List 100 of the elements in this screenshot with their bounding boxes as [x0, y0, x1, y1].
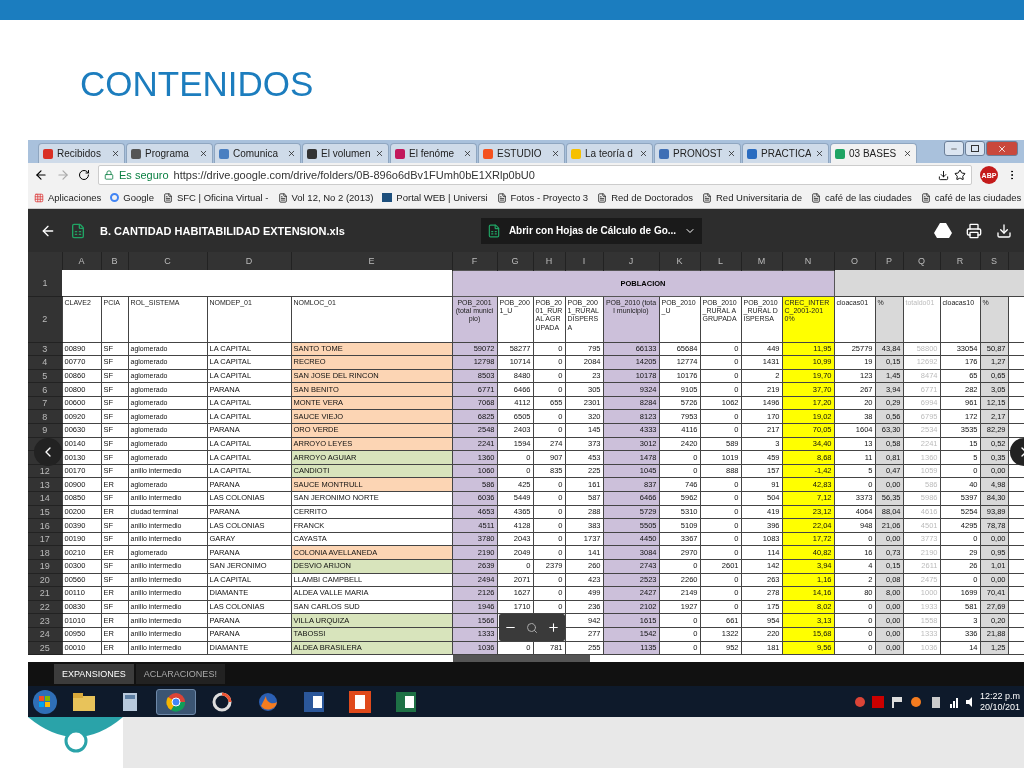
bookmark[interactable]: Red Universitaria de — [716, 192, 803, 203]
column-header[interactable]: Q — [903, 252, 940, 270]
column-header[interactable]: K — [659, 252, 700, 270]
page-icon[interactable] — [597, 192, 608, 203]
spreadsheet-icon — [70, 222, 86, 239]
bookmark[interactable]: Aplicaciones — [48, 192, 102, 203]
close-icon[interactable] — [375, 149, 384, 158]
bookmark[interactable]: Portal WEB | Universi — [396, 192, 488, 203]
page-icon[interactable] — [811, 192, 822, 203]
calculator-icon[interactable] — [123, 692, 137, 711]
browser-tab[interactable]: PRACTICA — [742, 143, 829, 163]
site-icon — [307, 148, 317, 159]
active-taskbar-button[interactable] — [156, 688, 196, 715]
close-icon[interactable] — [111, 149, 120, 158]
maximize-icon — [971, 145, 979, 152]
start-orb-icon[interactable] — [32, 688, 58, 715]
column-header[interactable]: S — [980, 252, 1008, 270]
close-icon[interactable] — [199, 149, 208, 158]
page-icon[interactable] — [920, 192, 931, 203]
clock-time[interactable]: 12:22 p.m — [979, 690, 1020, 702]
site-icon — [571, 148, 581, 159]
page-icon[interactable] — [277, 192, 288, 203]
column-header[interactable]: I — [565, 252, 603, 270]
address-field[interactable]: Es seguro https://drive.google.com/drive/folders/0B-896o6dBv1FUmh0bE1XRlp0bU0 — [98, 165, 972, 185]
browser-icon[interactable] — [166, 691, 186, 712]
zoom-icon[interactable] — [526, 621, 538, 634]
close-icon[interactable] — [463, 149, 472, 158]
site-icon — [835, 148, 845, 159]
tray-icons-drawing[interactable] — [853, 694, 974, 709]
column-header[interactable]: G — [497, 252, 533, 270]
folder-icon[interactable] — [73, 692, 95, 711]
bookmark[interactable]: Vol 12, No 2 (2013) — [291, 192, 374, 203]
browser-tab[interactable]: ESTUDIO — [478, 143, 565, 163]
sheet-tab[interactable]: EXPANSIONES — [54, 664, 134, 684]
page-icon[interactable] — [702, 192, 712, 203]
bookmark[interactable]: Red de Doctorados — [611, 192, 693, 203]
page-icon[interactable] — [163, 192, 173, 203]
print-icon[interactable] — [966, 222, 982, 239]
close-icon[interactable] — [639, 149, 648, 158]
slide-title: CONTENIDOS — [80, 64, 314, 104]
square-icon[interactable] — [382, 193, 393, 202]
browser-tab[interactable]: Comunica — [214, 143, 301, 163]
browser-tab[interactable]: 03 BASES — [830, 143, 917, 163]
column-header[interactable]: F — [452, 252, 497, 270]
bookmark[interactable]: café de las ciudades — [825, 192, 912, 203]
column-header[interactable]: E — [291, 252, 452, 270]
column-header[interactable]: P — [875, 252, 903, 270]
download-icon[interactable] — [996, 222, 1012, 239]
open-with-button[interactable]: Abrir con Hojas de Cálculo de Go... — [480, 217, 703, 244]
column-header[interactable]: M — [741, 252, 782, 270]
browser-tab[interactable]: La teoría d — [566, 143, 653, 163]
browser-tab[interactable]: Recibidos — [38, 143, 125, 163]
close-icon[interactable] — [551, 149, 560, 158]
scrollbar[interactable] — [453, 655, 590, 662]
bookmark[interactable]: SFC | Oficina Virtual - — [177, 192, 269, 203]
close-icon[interactable] — [815, 149, 824, 158]
file-name: B. CANTIDAD HABITABILIDAD EXTENSION.xls — [100, 224, 345, 237]
zoom-in-icon[interactable] — [547, 621, 561, 634]
column-header[interactable]: B — [101, 252, 128, 270]
column-header[interactable]: C — [128, 252, 207, 270]
close-icon[interactable] — [287, 149, 296, 158]
apps-grid-icon[interactable] — [34, 192, 44, 203]
browser-tab[interactable]: El volumen — [302, 143, 389, 163]
sheet-tab[interactable]: ACLARACIONES! — [135, 664, 225, 684]
close-icon[interactable] — [903, 149, 912, 158]
close-icon — [997, 143, 1007, 154]
site-icon — [659, 148, 669, 159]
bookmark[interactable]: café de las ciudades — [934, 192, 1022, 203]
bookmark[interactable]: Google — [123, 192, 154, 203]
column-header[interactable]: J — [603, 252, 659, 270]
bookmark[interactable]: Fotos - Proyecto 3 — [510, 192, 589, 203]
document-icon[interactable] — [304, 691, 324, 712]
site-icon — [747, 148, 757, 159]
column-header[interactable]: A — [62, 252, 101, 270]
close-icon[interactable] — [727, 149, 736, 158]
site-icon — [219, 148, 229, 159]
download-icon[interactable] — [938, 169, 949, 181]
spreadsheet-icon[interactable] — [396, 691, 416, 712]
maximize-button[interactable] — [965, 141, 985, 156]
browser-tab[interactable]: Programa — [126, 143, 213, 163]
reload-icon[interactable] — [78, 169, 90, 181]
globe-icon[interactable] — [258, 691, 278, 712]
pdf-icon[interactable] — [349, 690, 371, 713]
site-icon — [483, 148, 493, 159]
star-icon[interactable] — [954, 169, 966, 181]
column-header[interactable]: H — [533, 252, 565, 270]
row-number[interactable]: 1 — [28, 270, 62, 296]
back-icon[interactable] — [34, 168, 48, 182]
column-header[interactable]: R — [940, 252, 980, 270]
column-header[interactable]: L — [700, 252, 741, 270]
spreadsheet-icon — [486, 223, 501, 238]
column-header[interactable]: O — [834, 252, 875, 270]
site-icon — [131, 148, 141, 159]
browser-tab[interactable]: PRONÓST — [654, 143, 741, 163]
row-number[interactable]: 2 — [28, 296, 62, 342]
column-header[interactable]: N — [782, 252, 834, 270]
column-header[interactable]: D — [207, 252, 291, 270]
page-icon[interactable] — [496, 192, 507, 203]
clock-date[interactable]: 20/10/201 — [979, 701, 1020, 713]
browser-tab[interactable]: El fenóme — [390, 143, 477, 163]
